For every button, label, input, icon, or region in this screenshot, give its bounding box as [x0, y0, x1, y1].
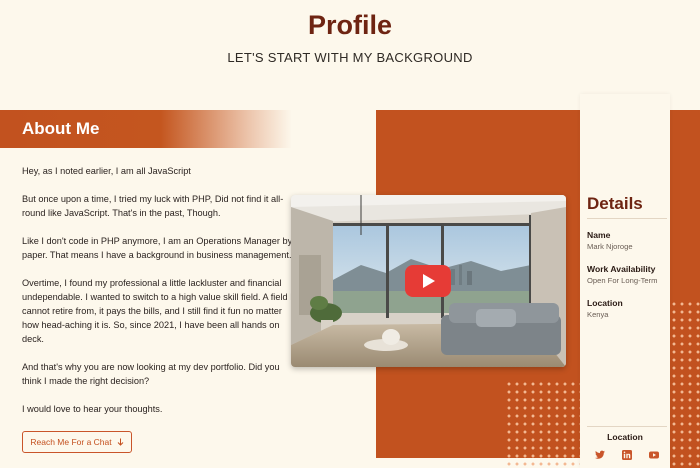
about-paragraph: Hey, as I noted earlier, I am all JavaSc…	[22, 166, 191, 176]
details-title: Details	[587, 194, 643, 213]
detail-label-availability: Work Availability	[587, 264, 656, 274]
about-paragraph: And that's why you are now looking at my…	[22, 362, 280, 387]
about-me-banner: About Me	[0, 110, 292, 148]
chat-button-label: Reach Me For a Chat	[30, 437, 112, 447]
arrow-down-icon	[117, 438, 123, 446]
detail-value-location: Kenya	[587, 310, 609, 319]
dot-pattern-decoration	[505, 380, 580, 468]
details-divider	[587, 218, 667, 219]
youtube-play-icon[interactable]	[405, 265, 451, 297]
about-paragraph: But once upon a time, I tried my luck wi…	[22, 193, 284, 218]
page-title: Profile	[307, 10, 393, 40]
detail-value-availability: Open For Long-Term	[587, 276, 658, 285]
linkedin-icon[interactable]	[621, 449, 633, 461]
about-me-text: Hey, as I noted earlier, I am all JavaSc…	[22, 164, 294, 430]
social-links	[594, 449, 660, 461]
about-paragraph: Like I don't code in PHP anymore, I am a…	[22, 235, 293, 260]
dot-pattern-decoration-right	[670, 300, 700, 468]
detail-label-name: Name	[587, 230, 611, 240]
about-me-heading: About Me	[22, 119, 100, 138]
details-card: Details Name Mark Njoroge Work Availabil…	[580, 94, 670, 468]
video-player[interactable]	[291, 195, 566, 367]
detail-value-name: Mark Njoroge	[587, 242, 633, 251]
location-heading: Location	[607, 432, 643, 442]
twitter-icon[interactable]	[594, 449, 606, 461]
youtube-icon[interactable]	[648, 449, 660, 461]
about-paragraph: Overtime, I found my professional a litt…	[22, 277, 293, 345]
location-divider	[587, 426, 667, 427]
about-paragraph: I would love to hear your thoughts.	[22, 403, 163, 414]
page-subtitle: LET'S START WITH MY BACKGROUND	[227, 50, 473, 65]
detail-label-location: Location	[587, 298, 623, 308]
reach-me-chat-button[interactable]: Reach Me For a Chat	[22, 431, 132, 453]
